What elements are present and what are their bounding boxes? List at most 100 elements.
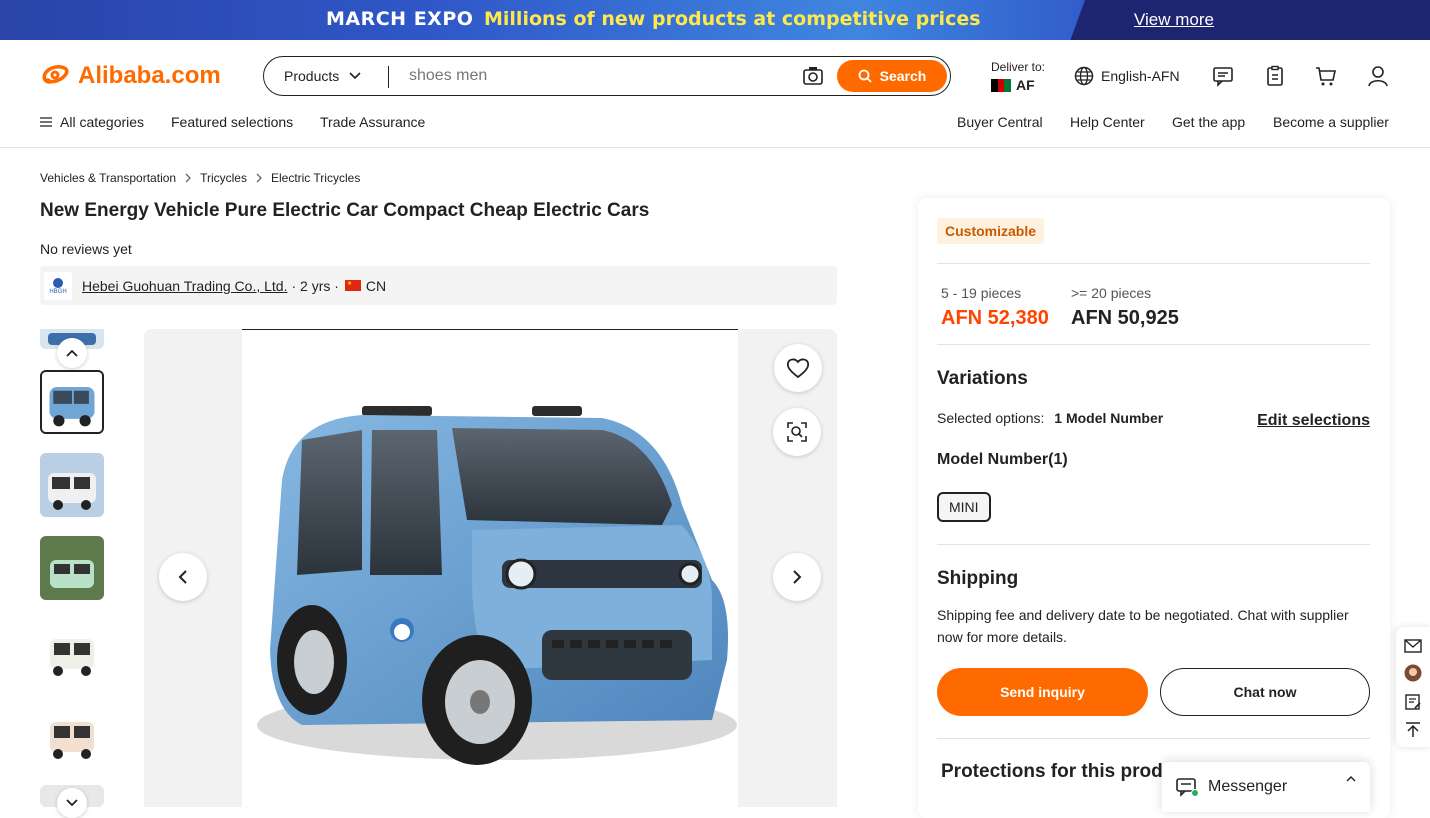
banner-dark-band xyxy=(1070,0,1430,40)
cn-flag-icon xyxy=(344,280,361,291)
search-button[interactable]: Search xyxy=(837,60,947,92)
messenger-widget[interactable]: Messenger xyxy=(1162,762,1370,812)
af-flag-icon xyxy=(991,78,1012,92)
supplier-years: · 2 yrs · xyxy=(291,277,339,294)
logo-text: Alibaba.com xyxy=(78,62,221,89)
breadcrumb-item[interactable]: Vehicles & Transportation xyxy=(40,171,176,185)
chevron-left-icon xyxy=(178,570,187,584)
deliver-country: AF xyxy=(1016,77,1035,93)
deliver-to[interactable]: Deliver to: AF xyxy=(991,60,1045,93)
nav-label: All categories xyxy=(60,114,145,130)
nav-get-the-app[interactable]: Get the app xyxy=(1172,114,1245,130)
protections-title: Protections for this product xyxy=(941,761,1166,782)
divider xyxy=(937,544,1370,545)
orders-icon[interactable] xyxy=(1264,65,1286,87)
nav-become-supplier[interactable]: Become a supplier xyxy=(1273,114,1389,130)
alibaba-logo-icon xyxy=(42,65,69,84)
language-selector[interactable]: English-AFN xyxy=(1074,66,1180,86)
price-tier: >= 20 pieces AFN 50,925 xyxy=(1071,285,1179,330)
search-icon xyxy=(858,69,872,83)
supplier-country-code: CN xyxy=(365,277,387,294)
language-label: English-AFN xyxy=(1101,68,1180,84)
visual-search-button[interactable] xyxy=(773,408,821,456)
banner-brand: MARCH EXPO xyxy=(326,8,474,30)
chat-icon xyxy=(1176,778,1198,797)
selected-options-label: Selected options: xyxy=(937,410,1045,426)
thumbnail[interactable] xyxy=(40,536,104,600)
account-icon[interactable] xyxy=(1367,65,1389,87)
nav-buyer-central[interactable]: Buyer Central xyxy=(957,114,1043,130)
nav-help-center[interactable]: Help Center xyxy=(1070,114,1145,130)
shipping-title: Shipping xyxy=(937,568,1019,589)
view-more-link[interactable]: View more xyxy=(1134,10,1214,30)
globe-icon xyxy=(1074,66,1094,86)
chevron-up-icon xyxy=(66,349,78,357)
side-toolbar xyxy=(1396,627,1430,747)
thumbnail-up-button[interactable] xyxy=(57,338,87,368)
tier-price: AFN 52,380 xyxy=(941,307,1049,329)
alibaba-logo[interactable]: Alibaba.com xyxy=(40,62,221,90)
favorite-button[interactable] xyxy=(774,344,822,392)
price-tier: 5 - 19 pieces AFN 52,380 xyxy=(941,285,1049,330)
divider xyxy=(937,263,1370,264)
edit-selections-link[interactable]: Edit selections xyxy=(1257,412,1370,430)
thumbnail-down-button[interactable] xyxy=(57,788,87,818)
supplier-logo: HBGH xyxy=(44,271,72,300)
image-search-icon xyxy=(787,422,807,442)
breadcrumb: Vehicles & Transportation Tricycles Elec… xyxy=(40,171,360,185)
search-category-select[interactable]: Products xyxy=(284,68,361,84)
thumbnail[interactable] xyxy=(40,619,104,683)
previous-image-button[interactable] xyxy=(159,553,207,601)
mail-icon[interactable] xyxy=(1404,637,1422,655)
tier-price: AFN 50,925 xyxy=(1071,307,1179,329)
heart-icon xyxy=(786,358,810,379)
tier-quantity: >= 20 pieces xyxy=(1071,285,1152,301)
messages-icon[interactable] xyxy=(1212,65,1234,87)
deliver-label: Deliver to: xyxy=(991,60,1046,74)
feedback-icon[interactable] xyxy=(1404,693,1422,711)
selected-options: Selected options: 1 Model Number xyxy=(937,410,1163,426)
supplier-logo-text: HBGH xyxy=(49,288,67,295)
chevron-right-icon xyxy=(185,173,191,183)
cart-icon[interactable] xyxy=(1315,65,1337,87)
breadcrumb-item[interactable]: Electric Tricycles xyxy=(271,171,360,185)
reviews-status: No reviews yet xyxy=(40,241,132,257)
variations-title: Variations xyxy=(937,368,1028,389)
nav-trade-assurance[interactable]: Trade Assurance xyxy=(320,114,425,130)
back-to-top-icon[interactable] xyxy=(1404,721,1422,739)
header: Alibaba.com Products Search Deliver to: … xyxy=(0,40,1430,148)
supplier-country: CN xyxy=(344,277,387,294)
customizable-badge: Customizable xyxy=(937,218,1045,244)
breadcrumb-item[interactable]: Tricycles xyxy=(200,171,247,185)
thumbnail[interactable] xyxy=(40,702,104,766)
product-photo[interactable] xyxy=(242,329,738,807)
chevron-up-icon xyxy=(1346,776,1356,782)
purchase-panel: Customizable 5 - 19 pieces AFN 52,380 >=… xyxy=(918,198,1390,818)
thumbnail-selected[interactable] xyxy=(40,370,104,434)
promo-banner[interactable]: MARCH EXPO Millions of new products at c… xyxy=(0,0,1430,40)
supplier-logo-icon xyxy=(53,277,63,288)
divider xyxy=(937,738,1370,739)
banner-tagline: Millions of new products at competitive … xyxy=(484,8,981,30)
search-divider xyxy=(388,66,389,88)
thumbnail[interactable] xyxy=(40,453,104,517)
nav-all-categories[interactable]: All categories xyxy=(40,114,144,130)
next-image-button[interactable] xyxy=(773,553,821,601)
menu-icon xyxy=(40,117,52,127)
nav-featured-selections[interactable]: Featured selections xyxy=(171,114,293,130)
send-inquiry-button[interactable]: Send inquiry xyxy=(937,668,1148,716)
product-image-viewer xyxy=(144,329,837,807)
image-search-icon[interactable] xyxy=(802,65,824,87)
chevron-down-icon xyxy=(66,799,78,807)
tier-quantity: 5 - 19 pieces xyxy=(941,285,1022,301)
agent-avatar-icon[interactable] xyxy=(1404,664,1422,682)
search-input[interactable] xyxy=(409,67,789,85)
chevron-down-icon xyxy=(349,72,361,80)
model-option-mini[interactable]: MINI xyxy=(937,492,991,522)
supplier-name-link[interactable]: Hebei Guohuan Trading Co., Ltd. xyxy=(82,278,287,294)
chat-now-button[interactable]: Chat now xyxy=(1160,668,1370,716)
divider xyxy=(937,344,1370,345)
chevron-right-icon xyxy=(793,570,802,584)
model-number-label: Model Number(1) xyxy=(937,451,1068,468)
chevron-right-icon xyxy=(256,173,262,183)
